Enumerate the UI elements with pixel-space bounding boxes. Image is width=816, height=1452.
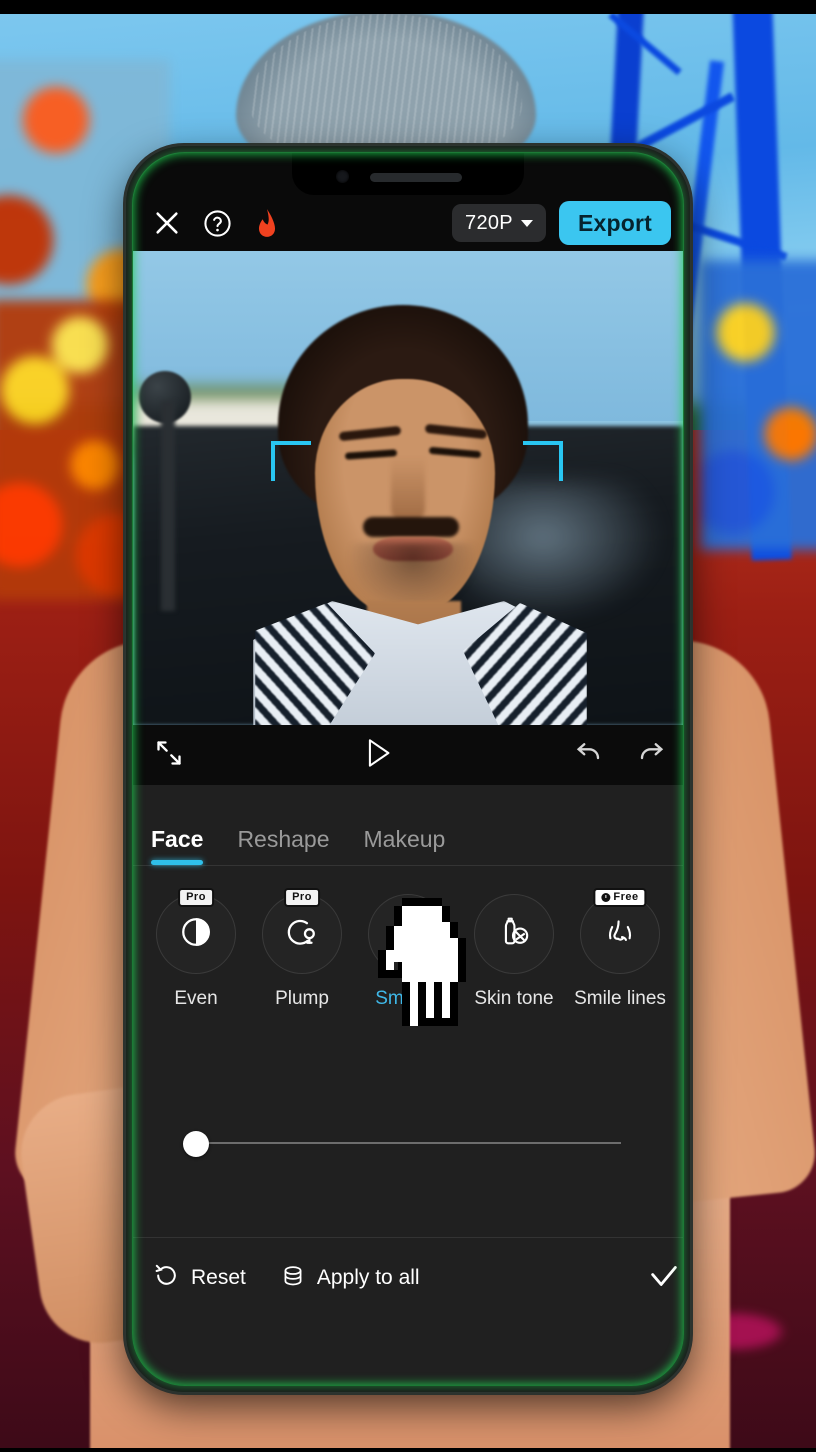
tool-plump[interactable]: Pro Plump (252, 888, 352, 1010)
tool-smile-lines-label: Smile lines (574, 988, 666, 1009)
free-badge-label: Free (613, 891, 639, 903)
editor-panel: Face Reshape Makeup Pro Even Pro Plump S… (133, 785, 683, 1385)
help-question-icon[interactable] (203, 209, 232, 238)
letterbox-top (0, 0, 816, 14)
editor-tab-bar: Face Reshape Makeup (133, 785, 683, 865)
pro-badge: Pro (284, 888, 320, 907)
tab-reshape[interactable]: Reshape (237, 826, 329, 865)
screenshot-root: 720P Export Face Reshape Makeup Pro Even… (0, 0, 816, 1452)
background-foliage-right (700, 260, 816, 550)
check-icon[interactable] (647, 1259, 683, 1298)
front-camera-icon (336, 170, 349, 183)
tool-even[interactable]: Pro Even (146, 888, 246, 1010)
slider-track[interactable] (195, 1142, 621, 1144)
resolution-selector[interactable]: 720P (452, 204, 546, 242)
tool-plump-label: Plump (275, 988, 329, 1009)
phone-screen: 720P Export Face Reshape Makeup Pro Even… (133, 153, 683, 1385)
tool-skin-tone-label: Skin tone (474, 988, 554, 1009)
intensity-slider[interactable] (133, 1123, 683, 1163)
timer-clock-icon (601, 893, 611, 902)
nose-smile-lines-icon (603, 915, 637, 954)
pointing-hand-cursor (374, 896, 486, 1026)
preview-subject-moustache (363, 517, 459, 537)
fullscreen-expand-icon[interactable] (155, 739, 183, 772)
tab-makeup[interactable]: Makeup (364, 826, 446, 865)
face-detect-bracket-top-left (271, 441, 311, 481)
face-detect-bracket-top-right (523, 441, 563, 481)
tab-face-label: Face (151, 826, 204, 852)
bottle-sphere-icon (497, 915, 531, 954)
contrast-circle-icon (179, 915, 213, 954)
play-icon[interactable] (364, 738, 392, 773)
apply-to-all-label: Apply to all (316, 1266, 420, 1289)
tab-reshape-label: Reshape (237, 826, 330, 852)
tab-face[interactable]: Face (151, 826, 204, 865)
editor-bottom-bar: Reset Apply to all (133, 1238, 683, 1318)
video-preview[interactable] (133, 251, 683, 725)
tool-even-label: Even (174, 988, 218, 1009)
plump-balloon-icon (285, 915, 319, 954)
flame-icon[interactable] (254, 208, 280, 238)
export-button-label: Export (577, 209, 652, 236)
letterbox-bottom (0, 1448, 816, 1452)
close-x-icon[interactable] (153, 209, 181, 237)
preview-lamp-post (161, 401, 175, 611)
phone-notch (292, 153, 524, 195)
pro-badge-label: Pro (186, 891, 206, 903)
resolution-label: 720P (465, 211, 513, 234)
pro-badge-label: Pro (292, 891, 312, 903)
chevron-down-icon (520, 219, 533, 227)
earpiece-speaker (370, 173, 462, 182)
editor-top-bar: 720P Export (133, 195, 683, 251)
apply-to-all-button[interactable]: Apply to all (280, 1263, 420, 1294)
playback-control-bar (133, 725, 683, 785)
reset-label: Reset (191, 1266, 246, 1289)
reset-rotate-icon (153, 1262, 180, 1294)
stack-layers-icon (280, 1263, 306, 1294)
undo-icon[interactable] (573, 738, 603, 773)
reset-button[interactable]: Reset (153, 1262, 246, 1294)
tab-makeup-label: Makeup (363, 826, 446, 852)
export-button[interactable]: Export (558, 201, 671, 245)
tab-active-underline (151, 860, 204, 865)
free-badge: Free (593, 888, 647, 907)
preview-subject-nose (391, 457, 425, 525)
tool-skin-tone-icon-circle (474, 894, 554, 974)
slider-knob[interactable] (183, 1131, 209, 1157)
background-foliage-left (0, 300, 140, 600)
redo-icon[interactable] (637, 738, 667, 773)
pro-badge: Pro (178, 888, 214, 907)
tool-smile-lines[interactable]: Free Smile lines (570, 888, 670, 1010)
